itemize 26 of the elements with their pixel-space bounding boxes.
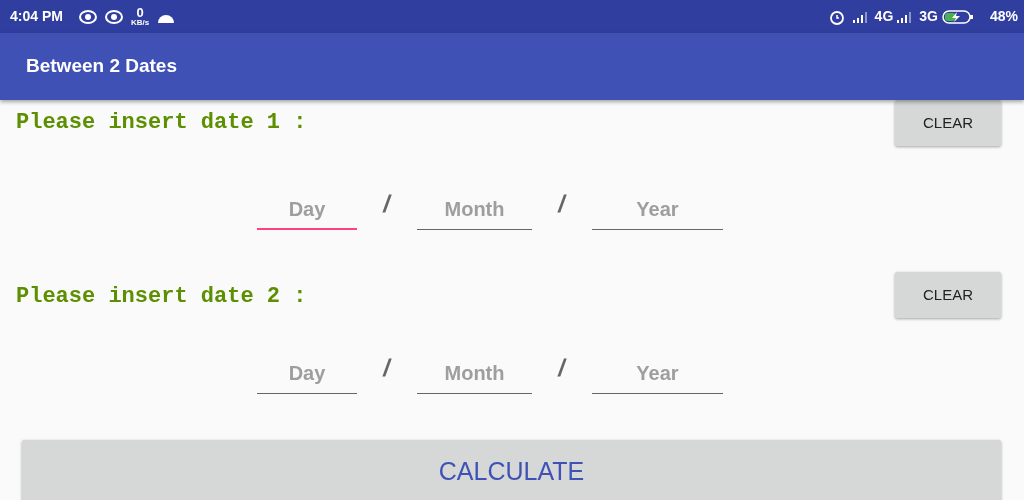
speed-value: 0 bbox=[135, 6, 145, 19]
status-time: 4:04 PM bbox=[10, 7, 63, 26]
date-separator: / bbox=[555, 189, 569, 219]
eye-icon bbox=[78, 9, 97, 24]
clear-button[interactable]: CLEAR bbox=[895, 272, 1001, 318]
battery-icon bbox=[941, 9, 974, 24]
date-input[interactable]: Year bbox=[592, 354, 723, 394]
eye-icon bbox=[104, 9, 123, 24]
date-label: Please insert date 1 : bbox=[15, 109, 307, 137]
battery-percent: 48% bbox=[989, 7, 1018, 26]
calculate-button[interactable]: CALCULATE bbox=[22, 440, 1001, 500]
network-type: 3G bbox=[919, 7, 938, 26]
date-input[interactable]: Day bbox=[257, 354, 357, 394]
date-input[interactable]: Month bbox=[417, 354, 532, 394]
date-input[interactable]: Month bbox=[417, 190, 532, 230]
date-label: Please insert date 2 : bbox=[15, 283, 307, 311]
app-title: Between 2 Dates bbox=[26, 54, 177, 79]
date-input[interactable]: Year bbox=[592, 190, 723, 230]
speed-unit: KB/s bbox=[130, 19, 150, 27]
date-separator: / bbox=[555, 353, 569, 383]
date-separator: / bbox=[380, 189, 394, 219]
alarm-icon bbox=[828, 8, 845, 25]
network-type: 4G bbox=[874, 7, 894, 26]
date-input[interactable]: Day bbox=[257, 190, 357, 230]
date-separator: / bbox=[380, 353, 394, 383]
clear-button[interactable]: CLEAR bbox=[895, 100, 1001, 146]
